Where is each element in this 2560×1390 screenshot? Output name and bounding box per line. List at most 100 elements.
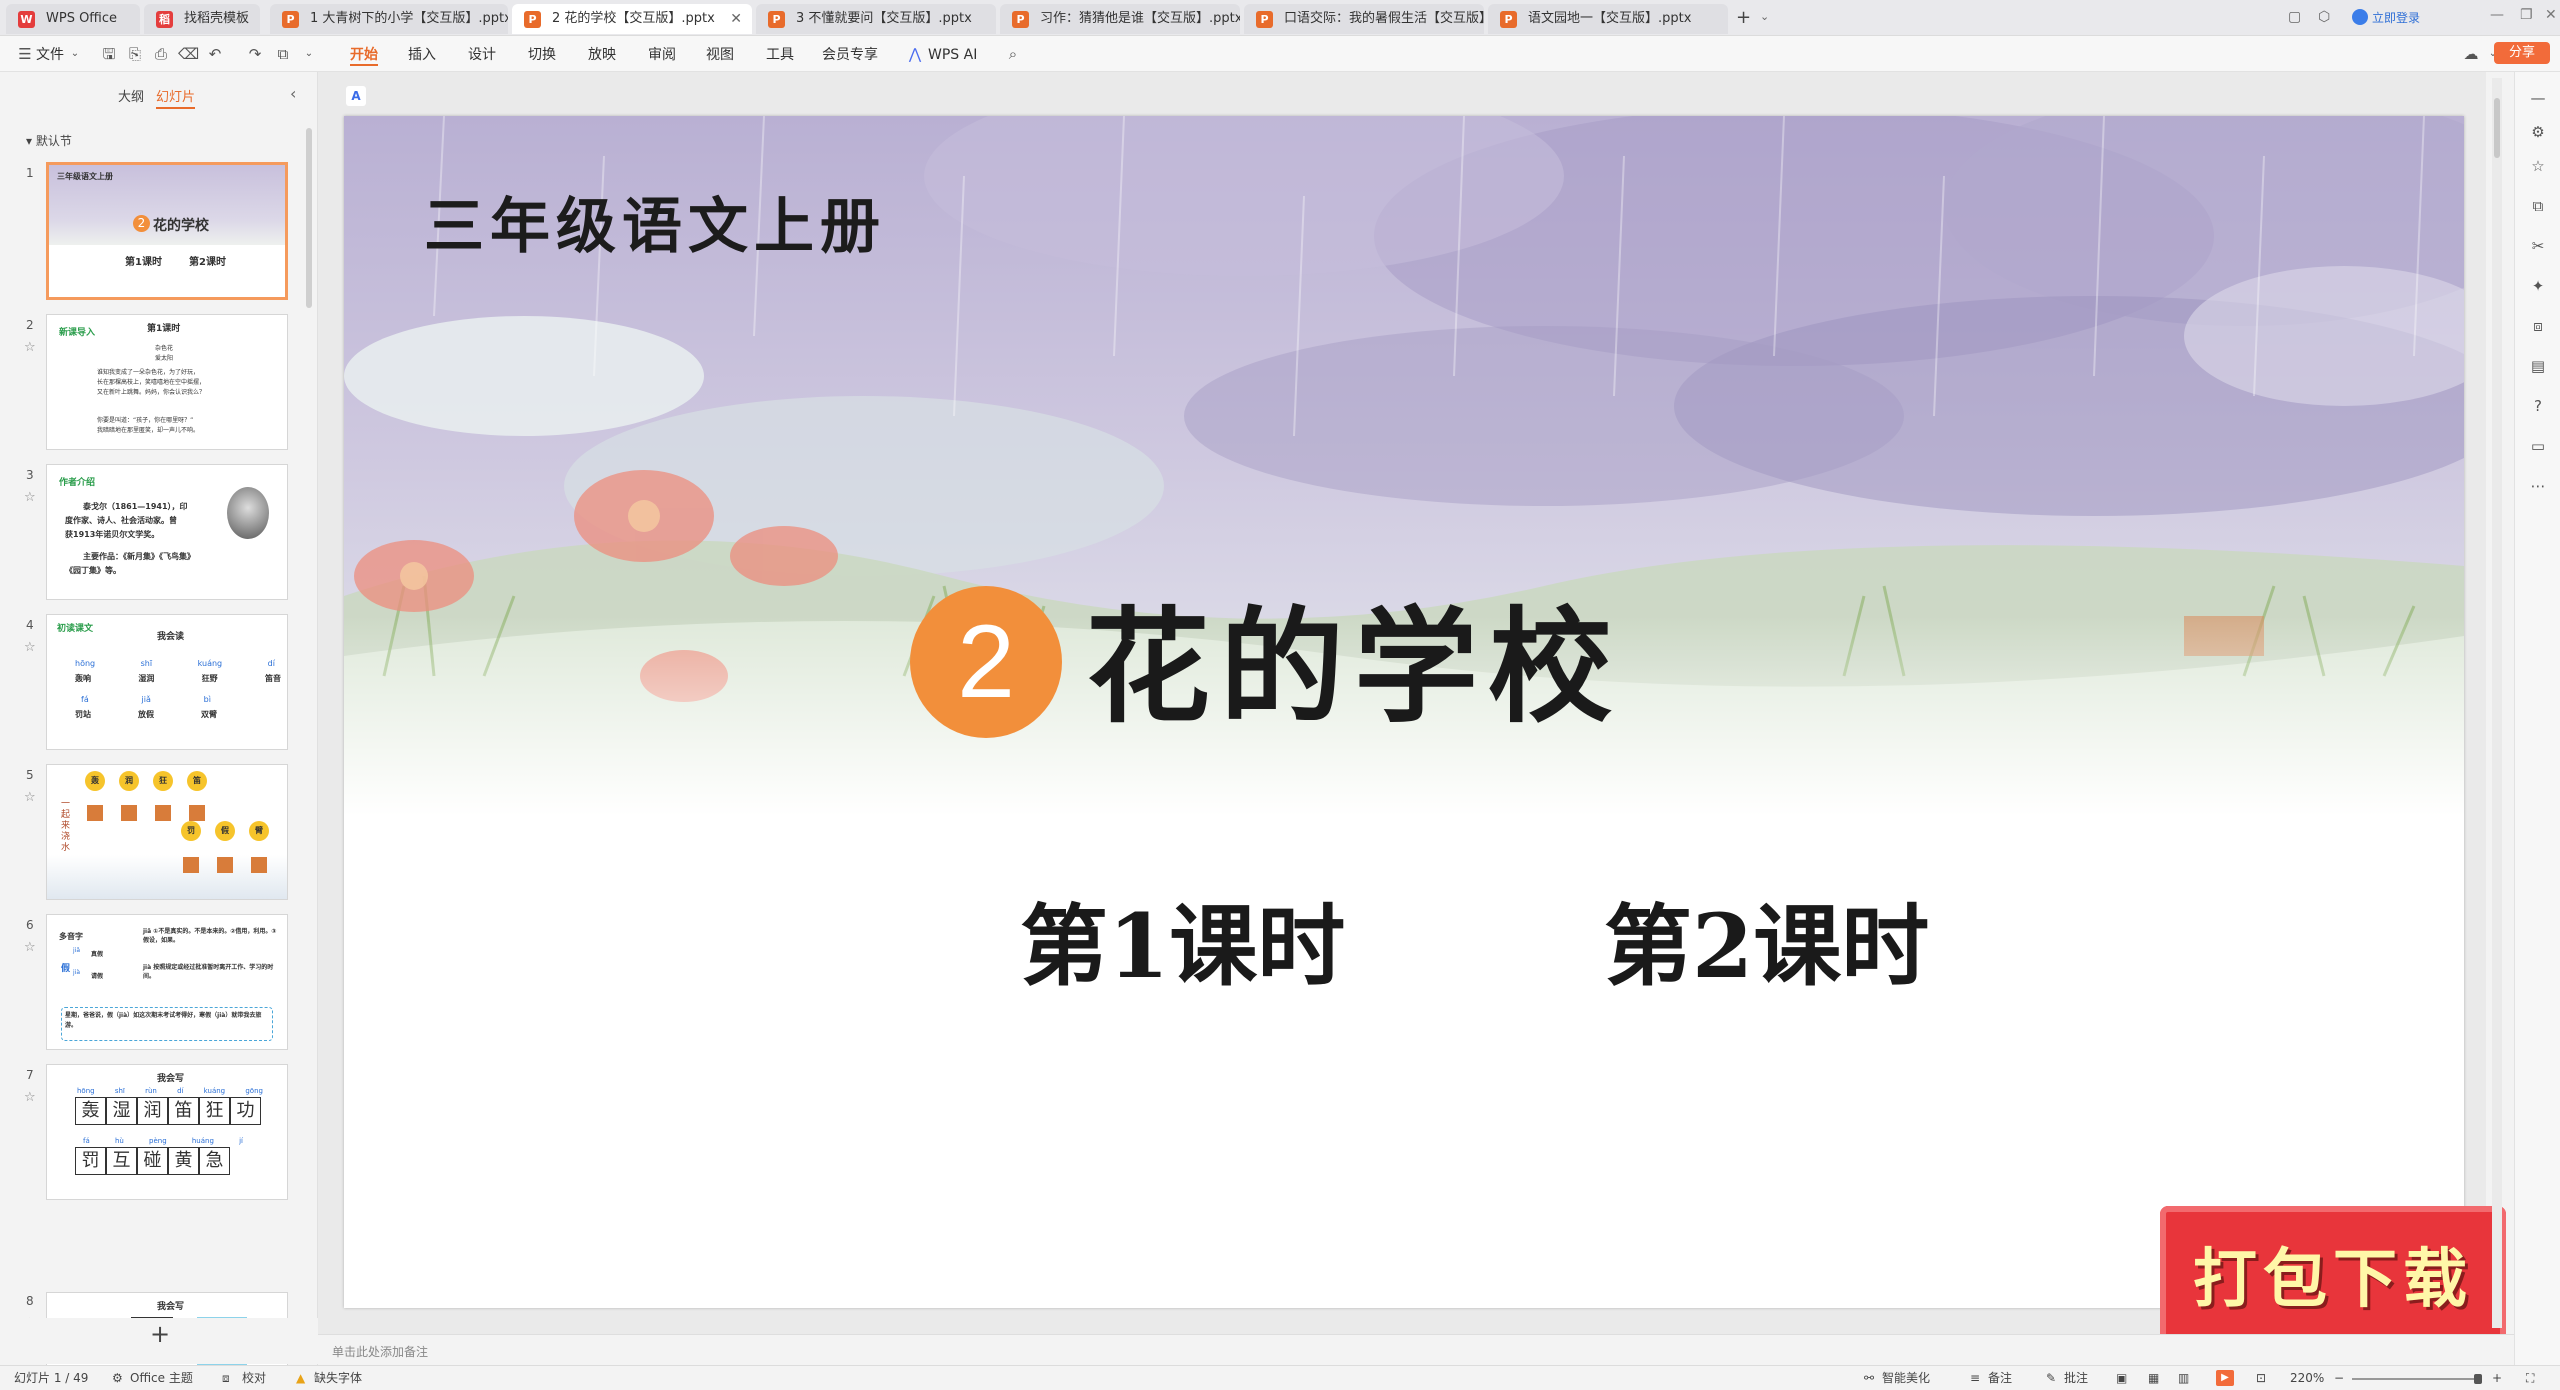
hamburger-icon[interactable]: ☰	[16, 45, 34, 63]
tab-wps-office[interactable]: W WPS Office	[6, 4, 140, 34]
slide-canvas[interactable]: 三年级语文上册 2 花的学校 第1课时 第2课时	[344, 116, 2464, 1308]
editor-scrollbar[interactable]	[2492, 78, 2502, 1328]
cube-icon[interactable]: ⬡	[2318, 9, 2330, 25]
cloud-icon[interactable]: ☁	[2462, 45, 2480, 63]
export-icon[interactable]: ⎘	[126, 45, 144, 63]
slide-thumb-5[interactable]: 一起来浇水 轰 润 狂 笛 罚 假 臂	[46, 764, 288, 900]
tab-doc-5[interactable]: P 口语交际：我的暑假生活【交互版】	[1244, 4, 1484, 34]
magic-icon[interactable]: ✦	[2528, 276, 2548, 296]
beautify-button[interactable]: 智能美化	[1882, 1366, 1930, 1390]
star-icon[interactable]: ☆	[24, 790, 36, 805]
help-icon[interactable]: ?	[2528, 396, 2548, 416]
menu-wps-ai[interactable]: WPS AI	[928, 44, 977, 66]
chevron-down-icon[interactable]: ⌄	[1760, 10, 1769, 23]
tab-doc-6[interactable]: P 语文园地一【交互版】.pptx	[1488, 4, 1728, 34]
tab-doc-1[interactable]: P 1 大青树下的小学【交互版】.pptx	[270, 4, 508, 34]
sorter-view-icon[interactable]: ▦	[2148, 1366, 2159, 1390]
chevron-down-icon[interactable]: ⌄	[66, 45, 84, 63]
add-slide-button[interactable]: +	[150, 1320, 170, 1348]
theme-label[interactable]: Office 主题	[130, 1366, 193, 1390]
play-icon[interactable]: ▶	[2216, 1370, 2234, 1386]
slide-thumb-2[interactable]: 新课导入 第1课时 杂色花 爱太阳 谁知我变成了一朵杂色花，为了好玩， 长在那棵…	[46, 314, 288, 450]
slides-tab[interactable]: 幻灯片	[156, 86, 196, 109]
menu-member[interactable]: 会员专享	[822, 44, 878, 66]
print-icon[interactable]: ⎙	[152, 45, 170, 63]
download-promo-button[interactable]: 打包下载	[2160, 1206, 2506, 1354]
minimize-icon[interactable]: —	[2490, 7, 2504, 23]
redo-icon[interactable]: ↷	[246, 45, 264, 63]
zoom-level[interactable]: 220%	[2290, 1366, 2324, 1390]
fit-icon[interactable]: ⊡	[2256, 1366, 2266, 1390]
more-icon[interactable]: ⋯	[2528, 476, 2548, 496]
transition-icon[interactable]: ✂	[2528, 236, 2548, 256]
fullscreen-icon[interactable]: ⛶	[2526, 1366, 2534, 1390]
tab-template[interactable]: 稻 找稻壳模板	[144, 4, 260, 34]
chevron-down-icon[interactable]: ⌄	[300, 45, 318, 63]
undo-icon[interactable]: ↶	[206, 45, 224, 63]
menu-transition[interactable]: 切换	[528, 44, 556, 66]
more-tools-icon[interactable]: ⧉	[274, 45, 292, 63]
lesson-2-link[interactable]: 第2课时	[1604, 876, 1929, 1003]
zoom-in-icon[interactable]: +	[2492, 1366, 2502, 1390]
lesson-1-link[interactable]: 第1课时	[1020, 876, 1345, 1003]
reading-view-icon[interactable]: ▥	[2178, 1366, 2189, 1390]
section-header[interactable]: ▾ 默认节	[26, 132, 72, 149]
outline-tab[interactable]: 大纲	[118, 86, 144, 105]
zoom-slider[interactable]	[2352, 1378, 2482, 1380]
adjust-icon[interactable]: ⚙	[2528, 122, 2548, 142]
star-icon[interactable]: ☆	[24, 940, 36, 955]
zoom-slider-handle[interactable]	[2474, 1374, 2482, 1384]
lesson-number-badge[interactable]: 2	[910, 586, 1062, 738]
collapse-panel-icon[interactable]: ‹	[290, 84, 296, 103]
menu-tools[interactable]: 工具	[766, 44, 794, 66]
proofread-button[interactable]: 校对	[242, 1366, 266, 1390]
object-style-icon[interactable]: ☆	[2528, 156, 2548, 176]
ai-format-icon[interactable]: A	[346, 86, 366, 106]
collapse-icon[interactable]: —	[2528, 88, 2548, 108]
menu-slideshow[interactable]: 放映	[588, 44, 616, 66]
tab-doc-3[interactable]: P 3 不懂就要问【交互版】.pptx	[756, 4, 996, 34]
file-menu[interactable]: 文件	[36, 44, 64, 66]
menu-review[interactable]: 审阅	[648, 44, 676, 66]
book-icon[interactable]: ▤	[2528, 356, 2548, 376]
comments-button[interactable]: 批注	[2064, 1366, 2088, 1390]
slide-thumb-6[interactable]: 多音字 假 jiǎ 真假 jià 请假 jiǎ ①不是真实的。不是本来的。②借用…	[46, 914, 288, 1050]
avatar[interactable]	[2352, 9, 2368, 25]
normal-view-icon[interactable]: ▣	[2116, 1366, 2127, 1390]
maximize-icon[interactable]: ❐	[2520, 7, 2533, 23]
star-icon[interactable]: ☆	[24, 640, 36, 655]
notes-area[interactable]: 单击此处添加备注	[318, 1334, 2514, 1365]
menu-insert[interactable]: 插入	[408, 44, 436, 66]
close-window-icon[interactable]: ✕	[2545, 7, 2557, 23]
search-icon[interactable]: ⌕	[1004, 45, 1022, 63]
slide-thumb-7[interactable]: 我会写 hōng shī rùn dí kuáng gōng 轰 湿 润 笛 狂 功 fá…	[46, 1064, 288, 1200]
slide-thumb-3[interactable]: 作者介绍 泰戈尔（1861—1941），印 度作家、诗人、社会活动家。曾 获19…	[46, 464, 288, 600]
window-list-icon[interactable]: ▢	[2288, 9, 2301, 25]
tab-doc-4[interactable]: P 习作：猜猜他是谁【交互版】.pptx	[1000, 4, 1240, 34]
tab-doc-2-active[interactable]: P 2 花的学校【交互版】.pptx ✕	[512, 4, 752, 34]
save-icon[interactable]: 🖫	[100, 45, 118, 63]
slide-thumb-1[interactable]: 三年级语文上册 2 花的学校 第1课时 第2课时	[46, 162, 288, 300]
panel-scrollbar[interactable]	[306, 128, 312, 308]
gallery-icon[interactable]: ⧈	[2528, 316, 2548, 336]
slide-thumb-4[interactable]: 初读课文 我会读 hōng shī kuáng dí 轰响 湿润 狂野 笛音 fá jiǎ bì…	[46, 614, 288, 750]
menu-home[interactable]: 开始	[350, 44, 378, 66]
close-icon[interactable]: ✕	[730, 4, 742, 34]
login-link[interactable]: 立即登录	[2372, 9, 2420, 26]
star-icon[interactable]: ☆	[24, 340, 36, 355]
scrollbar-thumb[interactable]	[2494, 98, 2500, 158]
format-painter-icon[interactable]: ⌫	[178, 45, 199, 63]
slide-subtitle[interactable]: 三年级语文上册	[424, 178, 886, 265]
menu-view[interactable]: 视图	[706, 44, 734, 66]
star-icon[interactable]: ☆	[24, 1090, 36, 1105]
star-icon[interactable]: ☆	[24, 490, 36, 505]
missing-font-button[interactable]: 缺失字体	[314, 1366, 362, 1390]
slide-title[interactable]: 花的学校	[1086, 566, 1622, 746]
comment-icon[interactable]: ▭	[2528, 436, 2548, 456]
animation-icon[interactable]: ⧉	[2528, 196, 2548, 216]
share-button[interactable]: 分享	[2494, 42, 2550, 64]
notes-button[interactable]: 备注	[1988, 1366, 2012, 1390]
new-tab-icon[interactable]: +	[1736, 7, 1751, 28]
zoom-out-icon[interactable]: −	[2334, 1366, 2344, 1390]
menu-design[interactable]: 设计	[468, 44, 496, 66]
